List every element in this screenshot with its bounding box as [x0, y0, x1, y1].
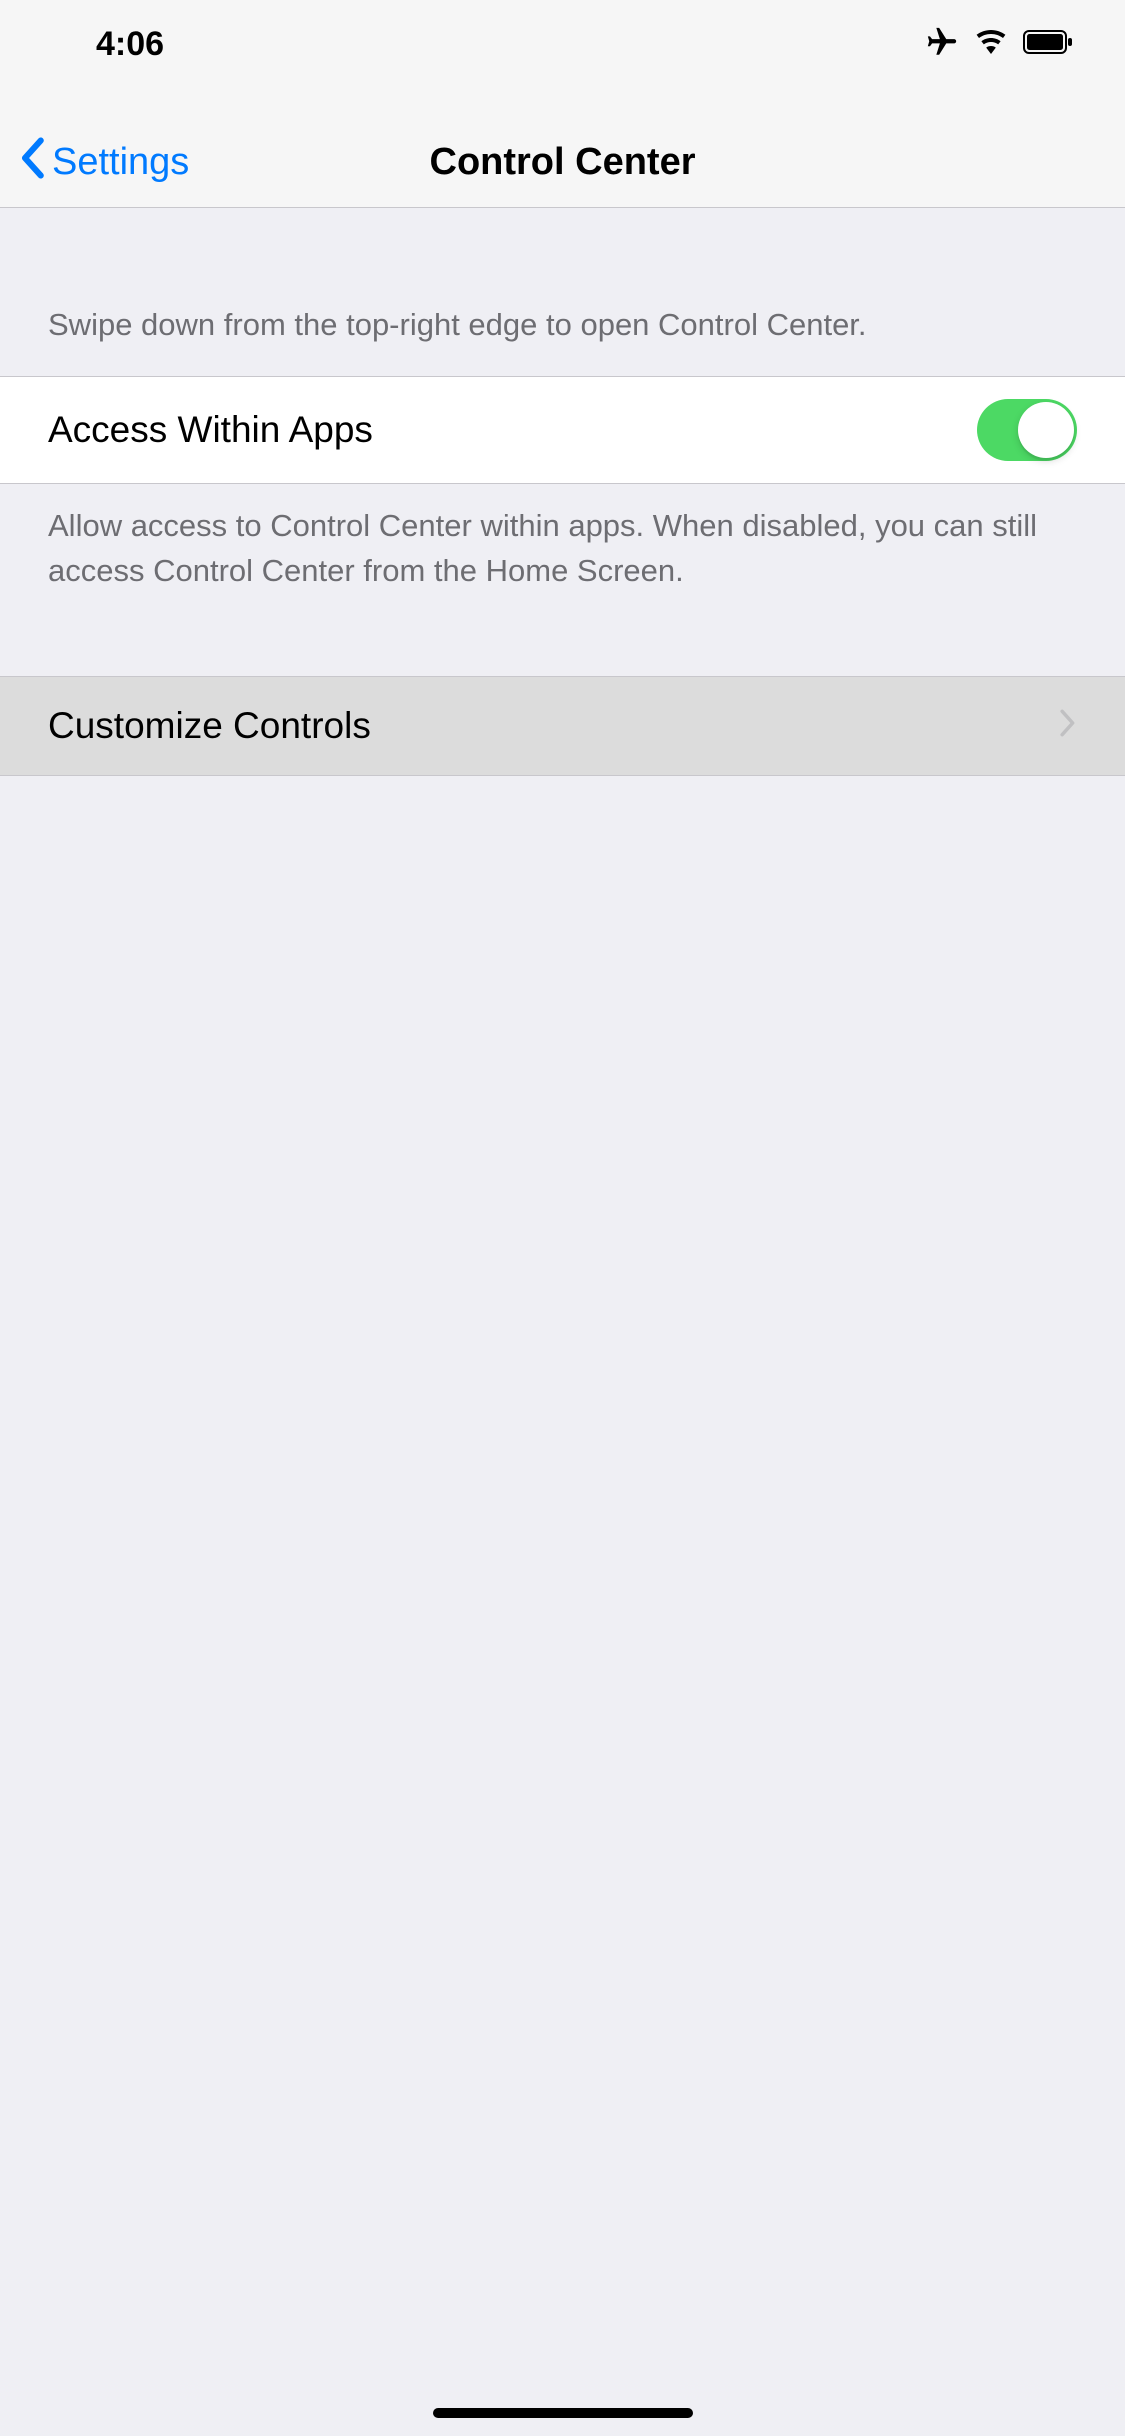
home-indicator[interactable]	[433, 2408, 693, 2418]
page-title: Control Center	[430, 141, 696, 184]
back-label: Settings	[52, 141, 189, 184]
status-bar: 4:06	[0, 0, 1125, 88]
status-time: 4:06	[50, 25, 164, 64]
access-within-apps-label: Access Within Apps	[48, 409, 373, 451]
back-button[interactable]: Settings	[18, 137, 189, 189]
customize-controls-label: Customize Controls	[48, 705, 371, 747]
section-footer-access-info: Allow access to Control Center within ap…	[0, 484, 1125, 622]
chevron-right-icon	[1059, 709, 1077, 742]
access-within-apps-toggle[interactable]	[977, 399, 1077, 461]
airplane-mode-icon	[925, 25, 959, 64]
battery-icon	[1023, 29, 1075, 60]
wifi-icon	[975, 26, 1007, 63]
status-icons	[925, 25, 1075, 64]
section-header-swipe-info: Swipe down from the top-right edge to op…	[0, 208, 1125, 376]
chevron-left-icon	[18, 137, 46, 189]
toggle-knob	[1018, 402, 1074, 458]
access-within-apps-cell: Access Within Apps	[0, 376, 1125, 484]
navigation-bar: Settings Control Center	[0, 88, 1125, 208]
customize-controls-cell[interactable]: Customize Controls	[0, 676, 1125, 776]
